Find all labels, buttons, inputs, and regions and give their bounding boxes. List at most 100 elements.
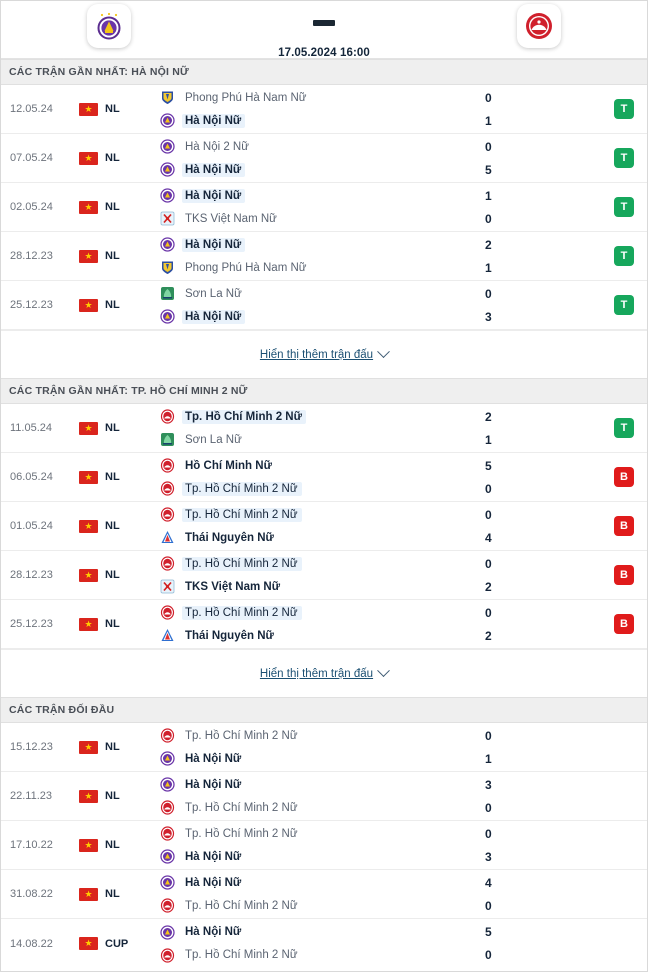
team-name-home[interactable]: Tp. Hồ Chí Minh 2 Nữ xyxy=(182,556,302,571)
team-name-home[interactable]: Hà Nội Nữ xyxy=(182,237,246,252)
team-line-home[interactable]: Tp. Hồ Chí Minh 2 Nữ xyxy=(159,825,481,843)
team-line-away[interactable]: TKS Việt Nam Nữ xyxy=(159,210,481,228)
match-row[interactable]: 11.05.24 ★ NL Tp. Hồ Chí Minh 2 Nữ Sơn La Nữ… xyxy=(1,404,647,453)
competition-cell: ★ NL xyxy=(79,821,153,869)
team-line-home[interactable]: Hà Nội Nữ xyxy=(159,187,481,205)
match-row[interactable]: 01.05.24 ★ NL Tp. Hồ Chí Minh 2 Nữ Thái Nguy… xyxy=(1,502,647,551)
team-line-away[interactable]: Tp. Hồ Chí Minh 2 Nữ xyxy=(159,480,481,498)
team-name-home[interactable]: Hà Nội 2 Nữ xyxy=(182,140,253,154)
teams-cell: Sơn La Nữ Hà Nội Nữ xyxy=(153,281,481,329)
team-name-home[interactable]: Sơn La Nữ xyxy=(182,287,246,301)
teams-cell: Hà Nội Nữ Tp. Hồ Chí Minh 2 Nữ xyxy=(153,919,481,968)
match-row[interactable]: 28.12.23 ★ NL Tp. Hồ Chí Minh 2 Nữ TKS Việt … xyxy=(1,551,647,600)
team-line-away[interactable]: Tp. Hồ Chí Minh 2 Nữ xyxy=(159,799,481,817)
team-name-home[interactable]: Tp. Hồ Chí Minh 2 Nữ xyxy=(182,605,302,620)
match-row[interactable]: 25.12.23 ★ NL Tp. Hồ Chí Minh 2 Nữ Thái Nguy… xyxy=(1,600,647,649)
team-name-away[interactable]: Phong Phú Hà Nam Nữ xyxy=(182,261,310,275)
scores-cell: 04 xyxy=(481,502,601,550)
team-line-away[interactable]: TKS Việt Nam Nữ xyxy=(159,578,481,596)
match-row[interactable]: 28.12.23 ★ NL Hà Nội Nữ Phong Phú Hà Nam Nữ 2… xyxy=(1,232,647,281)
match-row[interactable]: 02.05.24 ★ NL Hà Nội Nữ TKS Việt Nam Nữ 1 0 T xyxy=(1,183,647,232)
team-name-home[interactable]: Hà Nội Nữ xyxy=(182,925,245,939)
team-name-away[interactable]: Tp. Hồ Chí Minh 2 Nữ xyxy=(182,801,302,815)
team-name-away[interactable]: Tp. Hồ Chí Minh 2 Nữ xyxy=(182,899,302,913)
team-line-away[interactable]: Tp. Hồ Chí Minh 2 Nữ xyxy=(159,897,481,915)
team-line-home[interactable]: Hà Nội Nữ xyxy=(159,236,481,254)
team-name-home[interactable]: Hà Nội Nữ xyxy=(182,188,246,203)
show-more-matches-button[interactable]: Hiển thị thêm trận đấu xyxy=(260,345,390,361)
section-header: CÁC TRẬN ĐỐI ĐẦU xyxy=(1,697,647,723)
team-line-home[interactable]: Tp. Hồ Chí Minh 2 Nữ xyxy=(159,727,481,745)
away-team-crest[interactable] xyxy=(432,1,647,48)
team-line-home[interactable]: Hà Nội Nữ xyxy=(159,874,481,892)
team-line-home[interactable]: Phong Phú Hà Nam Nữ xyxy=(159,89,481,107)
team-line-away[interactable]: Thái Nguyên Nữ xyxy=(159,529,481,547)
team-name-home[interactable]: Hà Nội Nữ xyxy=(182,778,245,792)
match-row[interactable]: 14.08.22 ★ CUP Hà Nội Nữ Tp. Hồ Chí Minh 2 N… xyxy=(1,919,647,968)
team-name-away[interactable]: Sơn La Nữ xyxy=(182,433,246,447)
match-row[interactable]: 17.10.22 ★ NL Tp. Hồ Chí Minh 2 Nữ Hà Nội Nữ… xyxy=(1,821,647,870)
team-name-home[interactable]: Tp. Hồ Chí Minh 2 Nữ xyxy=(182,409,306,424)
team-name-away[interactable]: Thái Nguyên Nữ xyxy=(182,629,278,643)
result-cell: B xyxy=(601,551,647,599)
teams-cell: Tp. Hồ Chí Minh 2 Nữ Hà Nội Nữ xyxy=(153,821,481,869)
team-name-home[interactable]: Hà Nội Nữ xyxy=(182,876,245,890)
result-badge: T xyxy=(614,295,634,315)
match-row[interactable]: 12.05.24 ★ NL Phong Phú Hà Nam Nữ Hà Nội Nữ 0… xyxy=(1,85,647,134)
team-line-away[interactable]: Phong Phú Hà Nam Nữ xyxy=(159,259,481,277)
team-line-home[interactable]: Tp. Hồ Chí Minh 2 Nữ xyxy=(159,604,481,622)
match-row[interactable]: 31.08.22 ★ NL Hà Nội Nữ Tp. Hồ Chí Minh 2 Nữ… xyxy=(1,870,647,919)
team-name-home[interactable]: Tp. Hồ Chí Minh 2 Nữ xyxy=(182,827,302,841)
vietnam-flag-icon: ★ xyxy=(79,470,98,484)
team-name-away[interactable]: Hà Nội Nữ xyxy=(182,850,245,864)
team-name-away[interactable]: TKS Việt Nam Nữ xyxy=(182,580,284,594)
home-score: 4 xyxy=(485,875,492,890)
team-name-away[interactable]: Tp. Hồ Chí Minh 2 Nữ xyxy=(182,948,302,962)
team-line-away[interactable]: Hà Nội Nữ xyxy=(159,750,481,768)
team-name-away[interactable]: Hà Nội Nữ xyxy=(182,113,246,128)
match-row[interactable]: 06.05.24 ★ NL Hồ Chí Minh Nữ Tp. Hồ Chí Minh… xyxy=(1,453,647,502)
show-more-matches-button[interactable]: Hiển thị thêm trận đấu xyxy=(260,664,390,680)
team-line-home[interactable]: Sơn La Nữ xyxy=(159,285,481,303)
match-date: 25.12.23 xyxy=(10,299,53,311)
match-date: 07.05.24 xyxy=(10,152,53,164)
team-name-home[interactable]: Hồ Chí Minh Nữ xyxy=(182,459,276,473)
competition-cell: ★ NL xyxy=(79,600,153,648)
away-score: 2 xyxy=(485,579,492,594)
team-name-away[interactable]: TKS Việt Nam Nữ xyxy=(182,212,281,226)
team-line-home[interactable]: Hồ Chí Minh Nữ xyxy=(159,457,481,475)
team-name-away[interactable]: Hà Nội Nữ xyxy=(182,162,246,177)
scores-cell: 02 xyxy=(481,551,601,599)
vietnam-flag-icon: ★ xyxy=(79,838,98,852)
team-name-away[interactable]: Thái Nguyên Nữ xyxy=(182,531,278,545)
competition-label: NL xyxy=(105,471,120,483)
team-name-home[interactable]: Phong Phú Hà Nam Nữ xyxy=(182,91,310,105)
result-badge: B xyxy=(614,516,634,536)
score-block: 17.05.2024 16:00 xyxy=(216,1,431,59)
team-name-away[interactable]: Tp. Hồ Chí Minh 2 Nữ xyxy=(182,481,302,496)
team-line-away[interactable]: Thái Nguyên Nữ xyxy=(159,627,481,645)
team-name-away[interactable]: Hà Nội Nữ xyxy=(182,752,245,766)
team-name-home[interactable]: Tp. Hồ Chí Minh 2 Nữ xyxy=(182,507,302,522)
team-line-home[interactable]: Tp. Hồ Chí Minh 2 Nữ xyxy=(159,408,481,426)
competition-label: NL xyxy=(105,250,120,262)
team-line-home[interactable]: Tp. Hồ Chí Minh 2 Nữ xyxy=(159,555,481,573)
team-line-home[interactable]: Tp. Hồ Chí Minh 2 Nữ xyxy=(159,506,481,524)
team-line-away[interactable]: Hà Nội Nữ xyxy=(159,308,481,326)
team-line-away[interactable]: Hà Nội Nữ xyxy=(159,161,481,179)
match-row[interactable]: 07.05.24 ★ NL Hà Nội 2 Nữ Hà Nội Nữ 0 5 T xyxy=(1,134,647,183)
team-line-home[interactable]: Hà Nội 2 Nữ xyxy=(159,138,481,156)
team-line-away[interactable]: Hà Nội Nữ xyxy=(159,112,481,130)
team-line-away[interactable]: Tp. Hồ Chí Minh 2 Nữ xyxy=(159,946,481,964)
team-line-away[interactable]: Sơn La Nữ xyxy=(159,431,481,449)
team-line-home[interactable]: Hà Nội Nữ xyxy=(159,776,481,794)
home-team-crest[interactable] xyxy=(1,1,216,48)
team-name-away[interactable]: Hà Nội Nữ xyxy=(182,309,246,324)
team-line-home[interactable]: Hà Nội Nữ xyxy=(159,923,481,941)
match-row[interactable]: 22.11.23 ★ NL Hà Nội Nữ Tp. Hồ Chí Minh 2 Nữ… xyxy=(1,772,647,821)
match-row[interactable]: 15.12.23 ★ NL Tp. Hồ Chí Minh 2 Nữ Hà Nội Nữ… xyxy=(1,723,647,772)
team-name-home[interactable]: Tp. Hồ Chí Minh 2 Nữ xyxy=(182,729,302,743)
team-line-away[interactable]: Hà Nội Nữ xyxy=(159,848,481,866)
match-row[interactable]: 25.12.23 ★ NL Sơn La Nữ Hà Nội Nữ 0 3 T xyxy=(1,281,647,330)
ha-noi-logo-icon xyxy=(159,162,175,178)
